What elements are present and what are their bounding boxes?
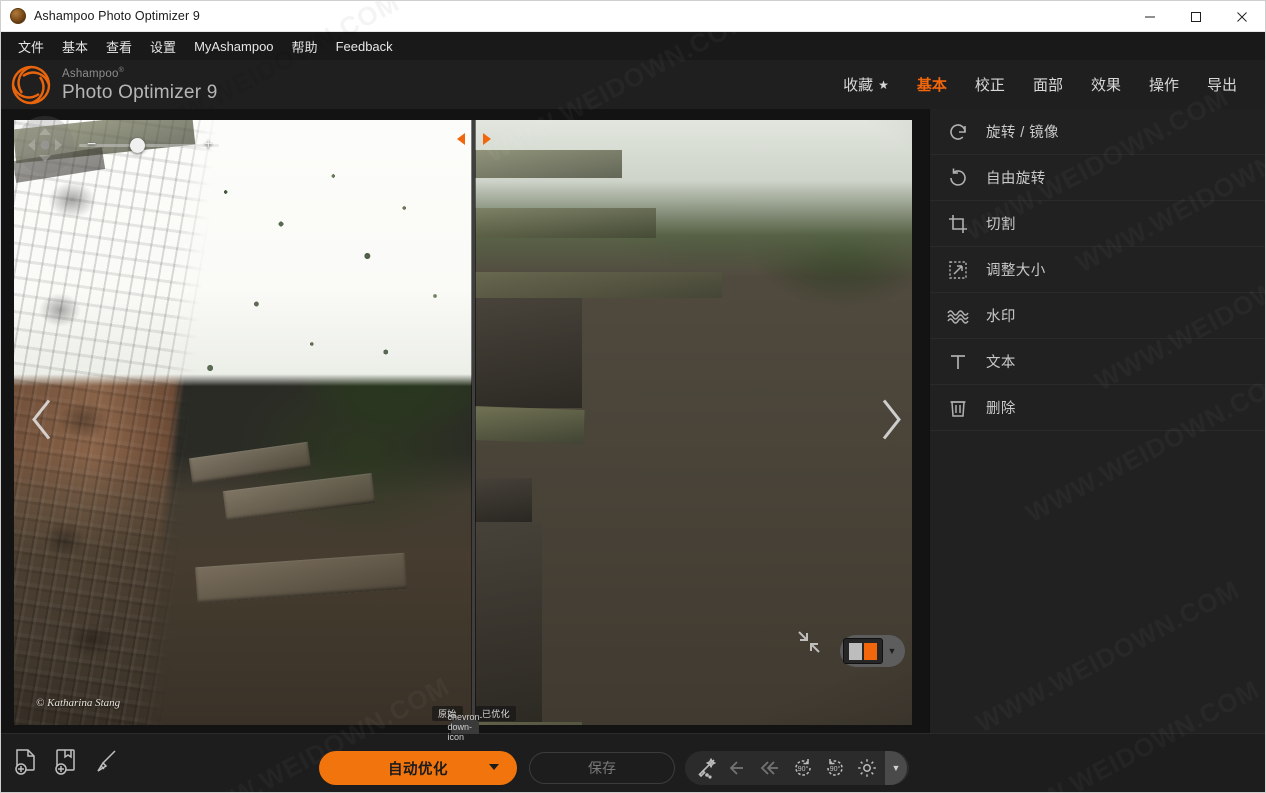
menu-item-file[interactable]: 文件 xyxy=(9,33,53,60)
settings-gear-icon[interactable] xyxy=(851,753,883,783)
photo-half-optimized xyxy=(472,120,912,725)
ashampoo-aperture-icon xyxy=(9,63,53,107)
zoom-slider-track[interactable] xyxy=(79,144,219,147)
photo-credit: © Katharina Stang xyxy=(36,697,120,709)
brand-product: Photo Optimizer 9 xyxy=(62,83,217,102)
resize-icon xyxy=(946,258,970,282)
tool-delete[interactable]: 删除 xyxy=(930,385,1265,431)
magic-wand-icon[interactable] xyxy=(691,753,723,783)
menu-bar: 文件 基本 查看 设置 MyAshampoo 帮助 Feedback xyxy=(1,32,1265,60)
tool-rotate-mirror-label: 旋转 / 镜像 xyxy=(986,121,1059,142)
crop-icon xyxy=(946,212,970,236)
main-content: 原始 已优化 © Katharina Stang − xyxy=(1,109,1265,735)
title-bar: Ashampoo Photo Optimizer 9 xyxy=(1,1,1265,32)
image-viewer[interactable]: 原始 已优化 © Katharina Stang − xyxy=(1,109,929,735)
ashampoo-logo-icon xyxy=(10,8,26,24)
brand-registered: ® xyxy=(119,67,124,74)
tab-actions[interactable]: 操作 xyxy=(1135,68,1193,101)
minimize-button[interactable] xyxy=(1127,1,1173,32)
tool-free-rotate[interactable]: 自由旋转 xyxy=(930,155,1265,201)
zoom-slider[interactable]: − + xyxy=(79,134,219,156)
window-controls xyxy=(1127,1,1265,32)
brand-block: Ashampoo® Photo Optimizer 9 xyxy=(1,63,217,107)
close-button[interactable] xyxy=(1219,1,1265,32)
tab-correction[interactable]: 校正 xyxy=(961,68,1019,101)
svg-text:90°: 90° xyxy=(830,765,841,773)
zoom-slider-handle[interactable] xyxy=(130,138,145,153)
brand-header: WWW.WEIDOWN.COM Ashampoo® Photo Optimize… xyxy=(1,60,1265,109)
brand-name: Ashampoo xyxy=(62,68,119,80)
file-actions-group xyxy=(11,746,121,778)
tab-face[interactable]: 面部 xyxy=(1019,68,1077,101)
tool-crop-label: 切割 xyxy=(986,213,1016,234)
auto-optimize-label: 自动优化 xyxy=(388,758,448,779)
tool-crop[interactable]: 切割 xyxy=(930,201,1265,247)
undo-all-icon[interactable] xyxy=(755,753,787,783)
menu-item-myashampoo[interactable]: MyAshampoo xyxy=(185,35,282,58)
menu-item-help[interactable]: 帮助 xyxy=(283,33,327,60)
menu-item-view[interactable]: 查看 xyxy=(97,33,141,60)
menu-item-settings[interactable]: 设置 xyxy=(141,33,185,60)
text-icon xyxy=(946,350,970,374)
zoom-in-icon[interactable]: + xyxy=(204,137,213,153)
star-icon: ★ xyxy=(878,78,889,92)
edit-tools-dropdown-caret-icon[interactable]: ▼ xyxy=(885,751,907,785)
edit-tools-group: 90° 90° ▼ xyxy=(685,751,909,785)
rotate-left-90-icon[interactable]: 90° xyxy=(787,753,819,783)
window-title: Ashampoo Photo Optimizer 9 xyxy=(34,9,200,23)
rotate-right-90-icon[interactable]: 90° xyxy=(819,753,851,783)
trash-icon xyxy=(946,396,970,420)
previous-image-button[interactable] xyxy=(29,397,55,448)
photo-canvas[interactable]: 原始 已优化 © Katharina Stang xyxy=(14,120,912,725)
tool-resize-label: 调整大小 xyxy=(986,259,1046,280)
auto-optimize-button[interactable]: 自动优化 xyxy=(319,751,517,785)
tab-favorites-label: 收藏 xyxy=(843,74,873,95)
auto-optimize-dropdown-caret-icon[interactable] xyxy=(489,764,499,770)
rotate-mirror-icon xyxy=(946,120,970,144)
tab-favorites[interactable]: 收藏 ★ xyxy=(829,68,903,101)
save-button[interactable]: 保存 xyxy=(529,752,675,784)
fit-to-screen-icon[interactable] xyxy=(796,629,822,660)
tool-rotate-mirror[interactable]: 旋转 / 镜像 xyxy=(930,109,1265,155)
tool-resize[interactable]: 调整大小 xyxy=(930,247,1265,293)
compare-split-line[interactable] xyxy=(472,120,475,725)
split-compare-icon[interactable] xyxy=(843,638,883,664)
tab-effects[interactable]: 效果 xyxy=(1077,68,1135,101)
application-window: Ashampoo Photo Optimizer 9 文件 基本 查看 设置 M… xyxy=(0,0,1266,793)
compare-mode-control[interactable]: ▼ xyxy=(840,635,905,667)
tool-text-label: 文本 xyxy=(986,351,1016,372)
menu-item-basic[interactable]: 基本 xyxy=(53,33,97,60)
tool-watermark-label: 水印 xyxy=(986,305,1016,326)
add-folder-icon[interactable] xyxy=(51,746,81,778)
tool-panel: 旋转 / 镜像 自由旋转 切割 调整大小 xyxy=(929,109,1265,735)
tool-text[interactable]: 文本 xyxy=(930,339,1265,385)
add-file-icon[interactable] xyxy=(11,746,41,778)
brush-icon[interactable] xyxy=(91,746,121,778)
tool-panel-empty-area: WWW.WEIDOWN.COM WWW.WEIDOWN.COM xyxy=(930,431,1265,735)
free-rotate-icon xyxy=(946,166,970,190)
split-arrow-left-icon xyxy=(457,133,465,145)
next-image-button[interactable] xyxy=(878,397,904,448)
tool-delete-label: 删除 xyxy=(986,397,1016,418)
tab-basic[interactable]: 基本 xyxy=(903,68,961,101)
tab-export[interactable]: 导出 xyxy=(1193,68,1251,101)
tool-free-rotate-label: 自由旋转 xyxy=(986,167,1046,188)
top-navigation: 收藏 ★ 基本 校正 面部 效果 操作 导出 xyxy=(829,60,1251,109)
menu-item-feedback[interactable]: Feedback xyxy=(327,35,402,58)
compare-dropdown-caret-icon[interactable]: ▼ xyxy=(883,638,901,664)
pan-compass-icon[interactable] xyxy=(16,116,74,174)
chevron-down-icon[interactable]: chevron-down-icon xyxy=(451,720,479,734)
watermark-icon xyxy=(946,304,970,328)
split-arrow-right-icon xyxy=(483,133,491,145)
tool-watermark[interactable]: 水印 xyxy=(930,293,1265,339)
photo-half-original xyxy=(14,120,472,725)
zoom-out-icon[interactable]: − xyxy=(87,137,96,153)
svg-text:90°: 90° xyxy=(798,765,809,773)
maximize-button[interactable] xyxy=(1173,1,1219,32)
compare-split-handle[interactable] xyxy=(457,132,491,146)
undo-icon[interactable] xyxy=(723,753,755,783)
